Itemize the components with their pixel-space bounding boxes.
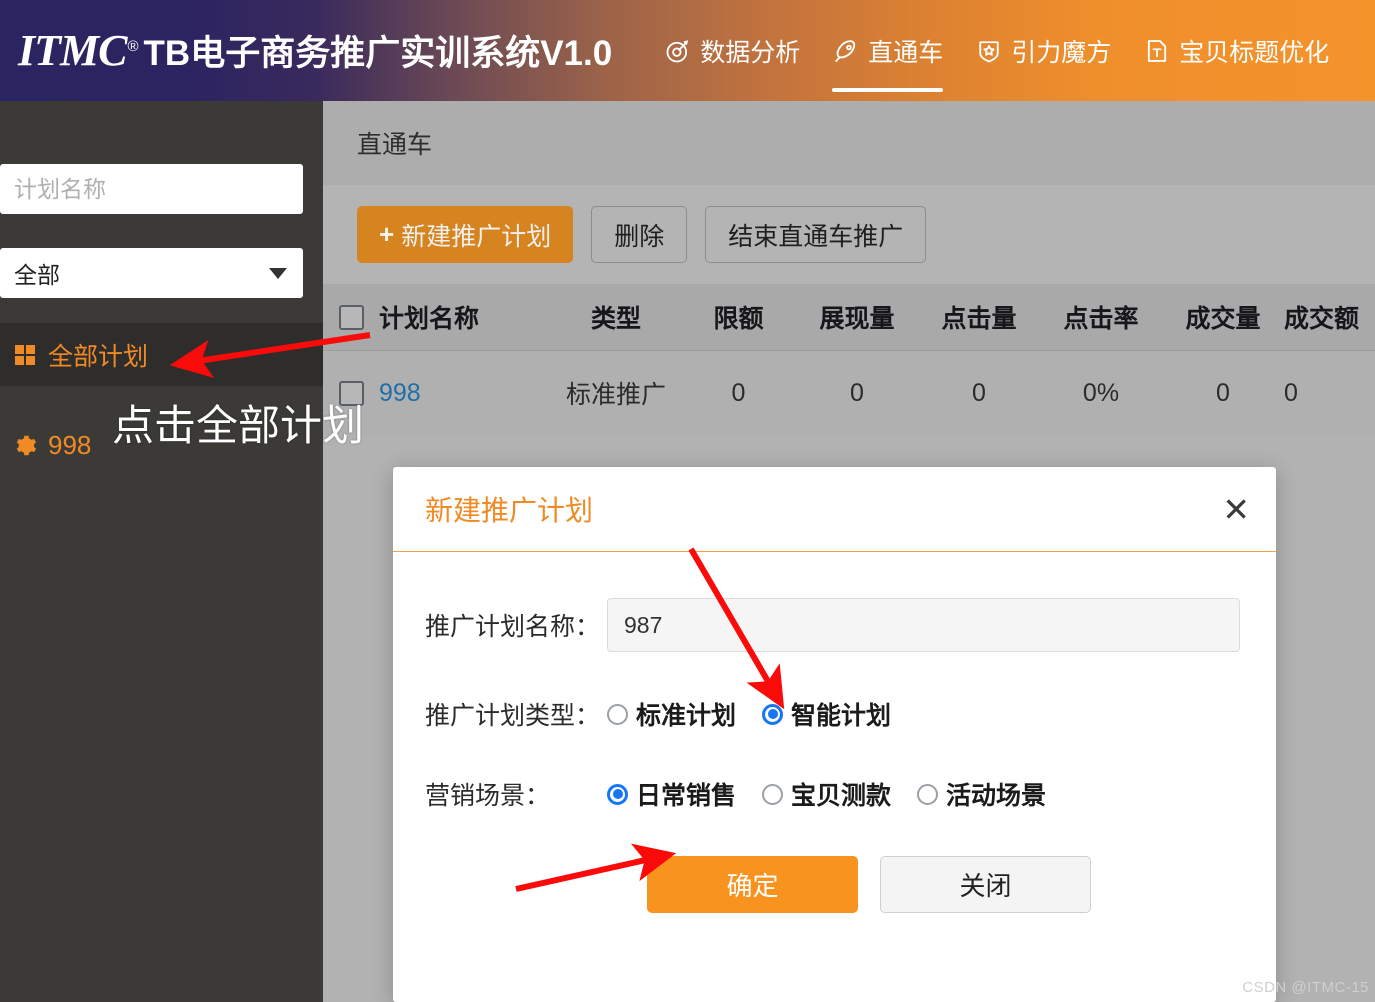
close-icon[interactable]: ✕ xyxy=(1222,493,1250,526)
radio-icon-selected xyxy=(762,703,784,725)
cell-deals: 0 xyxy=(1216,378,1230,407)
table-row[interactable]: 998 标准推广 0 0 0 0% 0 0 xyxy=(323,351,1375,435)
field-plan-name: 推广计划名称： xyxy=(425,598,1240,652)
radio-standard-plan[interactable]: 标准计划 xyxy=(607,696,736,732)
page-title: TB电子商务推广实训系统V1.0 xyxy=(143,34,613,73)
radio-icon xyxy=(762,783,784,805)
nav-item-label: 数据分析 xyxy=(700,38,801,67)
plan-type-radio-group: 标准计划 智能计划 xyxy=(607,696,891,732)
top-header-bar: ITMC ® TB电子商务推广实训系统V1.0 数据分析 直通车 引力魔方 宝贝… xyxy=(0,0,1375,101)
cell-ctr: 0% xyxy=(1082,378,1120,407)
radio-label: 日常销售 xyxy=(636,782,737,810)
radio-icon xyxy=(917,783,939,805)
cell-plan-name[interactable]: 998 xyxy=(379,379,551,408)
brand-itmc-text: ITMC xyxy=(18,26,127,75)
radio-label: 活动场景 xyxy=(946,782,1047,810)
column-header-type[interactable]: 类型 xyxy=(551,299,681,335)
table-header-row: 计划名称 类型 限额 展现量 点击量 点击率 成交量 成交额 xyxy=(323,284,1375,351)
new-plan-label: 新建推广计划 xyxy=(401,222,552,251)
dialog-header: 新建推广计划 ✕ xyxy=(393,467,1276,552)
field-plan-type: 推广计划类型： 标准计划 智能计划 xyxy=(425,696,1240,732)
shield-star-icon xyxy=(975,37,1003,65)
cell-impressions: 0 xyxy=(850,378,864,407)
plan-name-label: 推广计划名称： xyxy=(425,613,601,641)
plan-search-box[interactable] xyxy=(0,164,351,214)
nav-item-title-optimize[interactable]: 宝贝标题优化 xyxy=(1127,0,1345,101)
delete-button[interactable]: 删除 xyxy=(591,206,688,263)
new-plan-dialog: 新建推广计划 ✕ 推广计划名称： 推广计划类型： 标准计划 智能计划 xyxy=(393,467,1276,1002)
column-header-plan-name[interactable]: 计划名称 xyxy=(379,299,551,335)
radio-label: 智能计划 xyxy=(791,702,892,730)
top-navigation: 数据分析 直通车 引力魔方 宝贝标题优化 xyxy=(648,0,1345,101)
rocket-icon xyxy=(832,37,860,65)
action-toolbar: + 新建推广计划 删除 结束直通车推广 xyxy=(323,185,1375,284)
sidebar-item-label: 998 xyxy=(48,430,92,460)
registered-trademark-icon: ® xyxy=(127,38,139,55)
radio-icon xyxy=(607,703,628,725)
radio-smart-plan[interactable]: 智能计划 xyxy=(762,696,891,732)
select-all-checkbox-cell[interactable] xyxy=(323,304,379,330)
row-checkbox[interactable] xyxy=(338,380,364,406)
target-icon xyxy=(664,37,692,65)
confirm-button[interactable]: 确定 xyxy=(647,856,858,913)
brand-logo: ITMC ® TB电子商务推广实训系统V1.0 xyxy=(0,25,612,76)
radio-label: 宝贝测款 xyxy=(791,782,892,810)
radio-product-test[interactable]: 宝贝测款 xyxy=(762,776,891,812)
column-header-clicks[interactable]: 点击量 xyxy=(918,299,1040,335)
plan-type-label: 推广计划类型： xyxy=(425,702,601,730)
cell-quota: 0 xyxy=(731,378,746,407)
dialog-title: 新建推广计划 xyxy=(425,495,594,526)
radio-label: 标准计划 xyxy=(636,702,737,730)
radio-daily-sales[interactable]: 日常销售 xyxy=(607,776,736,812)
nav-item-zhitongche[interactable]: 直通车 xyxy=(816,0,959,101)
nav-item-data-analysis[interactable]: 数据分析 xyxy=(648,0,816,101)
gear-icon xyxy=(12,433,38,459)
plan-name-input[interactable] xyxy=(607,598,1240,652)
grid-icon xyxy=(12,342,38,368)
breadcrumb: 直通车 xyxy=(323,101,1375,185)
row-checkbox-cell[interactable] xyxy=(323,380,379,406)
breadcrumb-label: 直通车 xyxy=(357,131,433,159)
column-header-ctr[interactable]: 点击率 xyxy=(1040,299,1162,335)
column-header-deals[interactable]: 成交量 xyxy=(1162,299,1284,335)
nav-item-label: 直通车 xyxy=(868,38,944,67)
plan-filter-select[interactable]: 全部 xyxy=(0,248,303,298)
title-doc-icon xyxy=(1143,37,1171,65)
nav-item-yinli-mofang[interactable]: 引力魔方 xyxy=(959,0,1127,101)
chevron-down-icon xyxy=(269,267,287,279)
nav-item-label: 宝贝标题优化 xyxy=(1179,38,1330,67)
plan-filter-value: 全部 xyxy=(14,262,60,288)
field-marketing-scene: 营销场景： 日常销售 宝贝测款 活动场景 xyxy=(425,776,1240,812)
radio-campaign-scene[interactable]: 活动场景 xyxy=(917,776,1046,812)
column-header-amount[interactable]: 成交额 xyxy=(1284,299,1375,335)
plus-icon: + xyxy=(379,219,395,249)
nav-item-label: 引力魔方 xyxy=(1011,38,1112,67)
close-button[interactable]: 关闭 xyxy=(880,856,1091,913)
column-header-impressions[interactable]: 展现量 xyxy=(796,299,918,335)
sidebar-item-all-plans[interactable]: 全部计划 xyxy=(0,323,323,386)
sidebar: 全部 全部计划 998 xyxy=(0,101,351,1002)
dialog-body: 推广计划名称： 推广计划类型： 标准计划 智能计划 营销场景： xyxy=(393,552,1276,913)
watermark: CSDN @ITMC-15 xyxy=(1242,979,1369,996)
cell-type: 标准推广 xyxy=(565,381,666,409)
scene-radio-group: 日常销售 宝贝测款 活动场景 xyxy=(607,776,1046,812)
sidebar-item-plan-998[interactable]: 998 xyxy=(0,414,323,477)
end-promotion-button[interactable]: 结束直通车推广 xyxy=(705,206,927,263)
search-input[interactable] xyxy=(0,175,324,203)
sidebar-item-label: 全部计划 xyxy=(48,342,149,371)
cell-amount: 0 xyxy=(1284,378,1298,407)
dialog-actions: 确定 关闭 xyxy=(425,856,1240,913)
new-plan-button[interactable]: + 新建推广计划 xyxy=(357,206,574,263)
cell-clicks: 0 xyxy=(972,378,986,407)
select-all-checkbox[interactable] xyxy=(338,304,364,330)
scene-label: 营销场景： xyxy=(425,782,551,810)
column-header-quota[interactable]: 限额 xyxy=(681,299,796,335)
app-root: ITMC ® TB电子商务推广实训系统V1.0 数据分析 直通车 引力魔方 宝贝… xyxy=(0,0,1375,1002)
radio-icon-selected xyxy=(607,783,628,805)
